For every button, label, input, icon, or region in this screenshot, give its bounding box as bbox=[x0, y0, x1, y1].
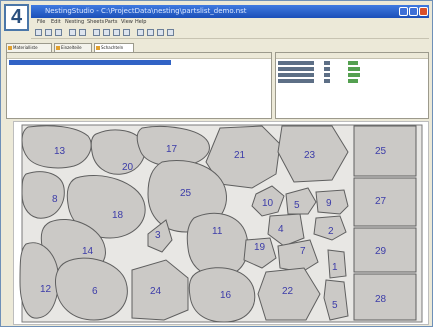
part-label: 6 bbox=[92, 286, 98, 297]
close-button[interactable] bbox=[419, 7, 428, 16]
part-label: 21 bbox=[234, 150, 246, 161]
part-label: 22 bbox=[282, 286, 294, 297]
tab-label: Einzelteile bbox=[61, 45, 82, 50]
part-label: 8 bbox=[52, 194, 58, 205]
zoom-in-icon[interactable] bbox=[103, 29, 110, 36]
application-window: 4 NestingStudio - C:\ProjectData\nesting… bbox=[0, 0, 433, 327]
part-label: 5 bbox=[332, 300, 338, 311]
stop-icon[interactable] bbox=[147, 29, 154, 36]
menu-bar: File Edit Nesting Sheets Parts View Help bbox=[31, 18, 429, 27]
window-title: NestingStudio - C:\ProjectData\nesting\p… bbox=[45, 7, 247, 15]
part-label: 16 bbox=[220, 290, 232, 301]
part-label: 5 bbox=[294, 200, 300, 211]
part-label: 18 bbox=[112, 210, 124, 221]
part-label: 1 bbox=[332, 262, 338, 273]
tab-bar: Materialliste Einzelteile Schachteln bbox=[6, 43, 272, 52]
part-label: 12 bbox=[40, 284, 52, 295]
menu-sheets[interactable]: Sheets bbox=[87, 19, 104, 26]
tab-materialliste[interactable]: Materialliste bbox=[6, 43, 52, 52]
part-label: 10 bbox=[262, 198, 274, 209]
part-label: 24 bbox=[150, 286, 162, 297]
selected-table-row[interactable] bbox=[9, 60, 171, 65]
step-number-badge: 4 bbox=[4, 4, 29, 31]
tab-label: Schachteln bbox=[101, 45, 124, 50]
part-label: 25 bbox=[180, 188, 192, 199]
part-label: 3 bbox=[155, 230, 161, 241]
parts-table[interactable] bbox=[6, 52, 272, 119]
table-row[interactable] bbox=[278, 67, 428, 71]
toolbar bbox=[31, 27, 429, 39]
title-bar[interactable]: NestingStudio - C:\ProjectData\nesting\p… bbox=[31, 5, 429, 18]
part-label: 19 bbox=[254, 242, 266, 253]
settings-icon[interactable] bbox=[157, 29, 164, 36]
part-label: 20 bbox=[122, 162, 134, 173]
part-label: 27 bbox=[375, 196, 387, 207]
new-icon[interactable] bbox=[35, 29, 42, 36]
run-icon[interactable] bbox=[137, 29, 144, 36]
part-label: 14 bbox=[82, 246, 94, 257]
table-header bbox=[276, 53, 428, 59]
part-label: 13 bbox=[54, 146, 66, 157]
part-shape bbox=[315, 189, 349, 215]
nest-icon[interactable] bbox=[93, 29, 100, 36]
menu-edit[interactable]: Edit bbox=[51, 19, 61, 26]
tab-icon bbox=[96, 46, 100, 50]
table-row[interactable] bbox=[278, 73, 428, 77]
redo-icon[interactable] bbox=[79, 29, 86, 36]
nesting-canvas[interactable]: 13 20 17 21 23 25 8 18 25 10 5 9 27 3 11… bbox=[13, 121, 429, 325]
part-label: 11 bbox=[212, 226, 223, 237]
sheets-table[interactable] bbox=[275, 52, 429, 119]
zoom-out-icon[interactable] bbox=[113, 29, 120, 36]
table-row[interactable] bbox=[278, 79, 428, 83]
part-label: 7 bbox=[300, 246, 306, 257]
part-label: 25 bbox=[375, 146, 387, 157]
nesting-layout: 13 20 17 21 23 25 8 18 25 10 5 9 27 3 11… bbox=[19, 124, 423, 323]
part-label: 23 bbox=[304, 150, 316, 161]
tab-label: Materialliste bbox=[13, 45, 38, 50]
tab-icon bbox=[56, 46, 60, 50]
save-icon[interactable] bbox=[55, 29, 62, 36]
table-header bbox=[7, 53, 271, 59]
part-label: 28 bbox=[375, 294, 387, 305]
menu-help[interactable]: Help bbox=[135, 19, 146, 26]
tab-einzelteile[interactable]: Einzelteile bbox=[54, 43, 92, 52]
table-row[interactable] bbox=[278, 61, 428, 65]
menu-view[interactable]: View bbox=[121, 19, 133, 26]
tab-icon bbox=[8, 46, 12, 50]
menu-nesting[interactable]: Nesting bbox=[65, 19, 84, 26]
part-label: 4 bbox=[278, 224, 284, 235]
menu-parts[interactable]: Parts bbox=[105, 19, 117, 26]
help-icon[interactable] bbox=[167, 29, 174, 36]
part-label: 29 bbox=[375, 246, 387, 257]
undo-icon[interactable] bbox=[69, 29, 76, 36]
part-label: 17 bbox=[166, 144, 178, 155]
fit-icon[interactable] bbox=[123, 29, 130, 36]
tab-schachteln[interactable]: Schachteln bbox=[94, 43, 134, 52]
menu-file[interactable]: File bbox=[37, 19, 45, 26]
maximize-button[interactable] bbox=[409, 7, 418, 16]
part-label: 2 bbox=[328, 226, 334, 237]
part-label: 9 bbox=[326, 198, 332, 209]
open-icon[interactable] bbox=[45, 29, 52, 36]
minimize-button[interactable] bbox=[399, 7, 408, 16]
